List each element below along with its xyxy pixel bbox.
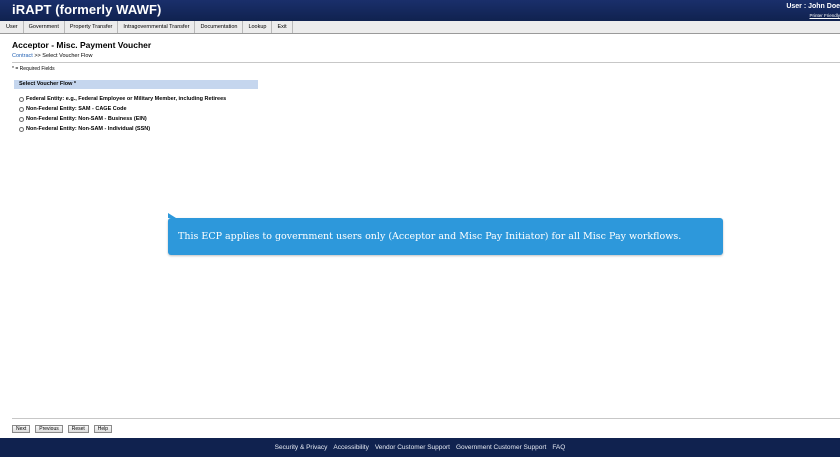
menu-user[interactable]: User [1,21,24,33]
footer-link-government-support[interactable]: Government Customer Support [456,444,546,451]
footer-link-accessibility[interactable]: Accessibility [333,444,368,451]
ecp-info-callout: This ECP applies to government users onl… [168,213,723,255]
voucher-flow-option-sam-cage[interactable]: Non-Federal Entity: SAM - CAGE Code [19,106,127,112]
option-label: Non-Federal Entity: Non-SAM - Individual… [26,126,151,132]
footer-link-vendor-support[interactable]: Vendor Customer Support [375,444,450,451]
menu-documentation[interactable]: Documentation [195,21,244,33]
reset-button[interactable]: Reset [67,425,89,433]
voucher-flow-option-federal[interactable]: Federal Entity: e.g., Federal Employee o… [19,96,226,102]
page-title: Acceptor - Misc. Payment Voucher [12,40,152,50]
menu-lookup[interactable]: Lookup [243,21,273,33]
menu-government[interactable]: Government [24,21,65,33]
printer-friendly-link[interactable]: Printer Friendly [809,13,840,18]
header-divider [12,62,840,63]
top-banner: iRAPT (formerly WAWF) User : John Doe Pr… [0,0,840,21]
voucher-flow-option-non-sam-individual[interactable]: Non-Federal Entity: Non-SAM - Individual… [19,126,150,132]
option-label: Federal Entity: e.g., Federal Employee o… [26,96,227,102]
menu-property-transfer[interactable]: Property Transfer [65,21,119,33]
voucher-flow-section-header: Select Voucher Flow * [14,80,258,89]
footer-link-security-privacy[interactable]: Security & Privacy [275,444,328,451]
footer-link-faq[interactable]: FAQ [552,444,565,451]
breadcrumb-contract-link[interactable]: Contract [12,53,33,59]
option-label: Non-Federal Entity: SAM - CAGE Code [26,106,127,112]
required-fields-note: * = Required Fields [12,66,55,72]
menu-intragovernmental-transfer[interactable]: Intragovernmental Transfer [118,21,196,33]
voucher-flow-option-non-sam-business[interactable]: Non-Federal Entity: Non-SAM - Business (… [19,116,147,122]
menu-exit[interactable]: Exit [272,21,293,33]
radio-button[interactable] [19,96,24,102]
app-title: iRAPT (formerly WAWF) [12,2,162,17]
callout-text: This ECP applies to government users onl… [178,231,682,242]
previous-button[interactable]: Previous [35,425,63,433]
main-menu-bar: User Government Property Transfer Intrag… [0,21,840,34]
footer-bar: Security & Privacy Accessibility Vendor … [0,438,840,457]
user-label: User : John Doe [786,3,840,10]
radio-button[interactable] [19,116,24,122]
option-label: Non-Federal Entity: Non-SAM - Business (… [26,116,147,122]
action-buttons: Next Previous Reset Help [12,425,117,433]
radio-button[interactable] [19,106,24,112]
footer-divider [12,418,840,419]
callout-notch [168,213,176,218]
breadcrumb: Contract >> Select Voucher Flow [12,53,92,59]
help-button[interactable]: Help [93,425,113,433]
next-button[interactable]: Next [12,425,31,433]
breadcrumb-current: >> Select Voucher Flow [32,53,93,59]
radio-button[interactable] [19,126,24,132]
